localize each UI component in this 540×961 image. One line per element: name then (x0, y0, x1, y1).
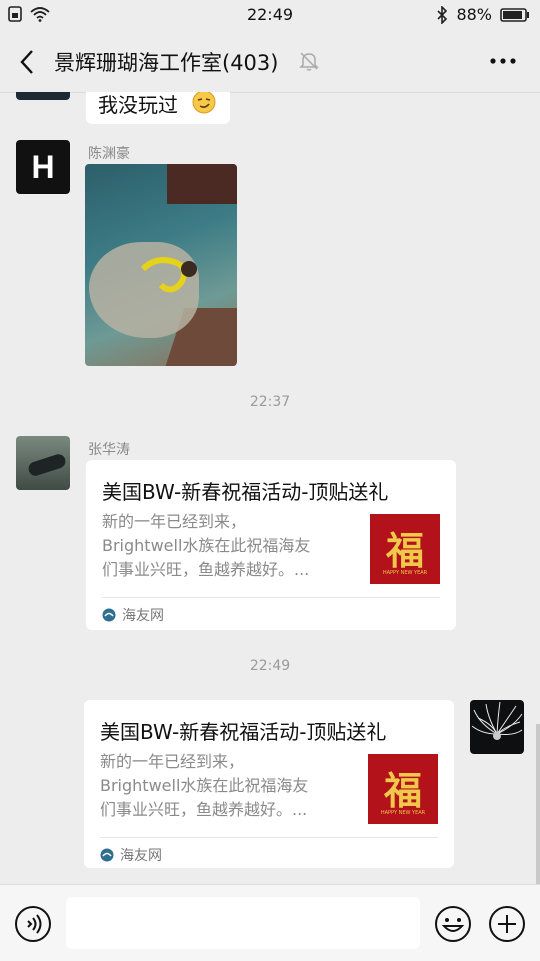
thumb-caption: HAPPY NEW YEAR (380, 810, 426, 816)
emoji-icon[interactable] (434, 905, 472, 943)
status-right: 88% (436, 5, 530, 24)
smirk-emoji-icon (192, 92, 216, 114)
card-description: 新的一年已经到来， Brightwell水族在此祝福海友 们事业兴旺，鱼越养越好… (100, 752, 309, 819)
chat-title: 景辉珊瑚海工作室(403) (54, 51, 279, 75)
card-thumbnail: 福 HAPPY NEW YEAR (370, 514, 440, 584)
source-logo-icon (102, 608, 116, 622)
battery-percent: 88% (456, 5, 492, 24)
battery-icon (500, 7, 529, 22)
avatar[interactable]: H (16, 140, 70, 194)
avatar[interactable] (470, 700, 524, 754)
bluetooth-icon (437, 5, 448, 24)
avatar[interactable] (16, 92, 70, 100)
card-title: 美国BW-新春祝福活动-顶贴送礼 (102, 480, 389, 504)
card-source-name: 海友网 (120, 848, 162, 864)
mute-bell-icon (299, 52, 319, 71)
fu-character: 福 (385, 528, 424, 573)
diver-shape (140, 257, 197, 293)
sender-name: 陈渊豪 (88, 146, 130, 162)
chat-header: 景辉珊瑚海工作室(403) (0, 30, 540, 93)
source-logo-icon (100, 848, 114, 862)
card-divider (102, 597, 440, 598)
message-text: 我没玩过 (98, 93, 178, 117)
card-source: 海友网 (102, 605, 164, 625)
card-description: 新的一年已经到来， Brightwell水族在此祝福海友 们事业兴旺，鱼越养越好… (102, 512, 311, 579)
anemone-image (471, 701, 523, 740)
avatar-letter: H (31, 149, 55, 185)
chat-messages[interactable]: 我没玩过 H 陈渊豪 22:37 张华涛 美国BW-新春祝福活动-顶贴送礼 新的… (0, 92, 540, 884)
message-image[interactable] (85, 164, 237, 366)
link-card[interactable]: 美国BW-新春祝福活动-顶贴送礼 新的一年已经到来， Brightwell水族在… (86, 460, 456, 630)
more-options-icon[interactable] (488, 50, 518, 72)
card-thumbnail: 福 HAPPY NEW YEAR (368, 754, 438, 824)
sender-name: 张华涛 (88, 442, 130, 458)
message-bubble-text[interactable]: 我没玩过 (86, 92, 230, 124)
plus-icon[interactable] (488, 905, 526, 943)
card-divider (100, 837, 438, 838)
thumb-caption: HAPPY NEW YEAR (382, 570, 428, 576)
status-bar: 22:49 88% (0, 0, 540, 30)
fu-character: 福 (383, 768, 422, 813)
voice-input-icon[interactable] (14, 905, 52, 943)
avatar[interactable] (16, 436, 70, 490)
link-card[interactable]: 美国BW-新春祝福活动-顶贴送礼 新的一年已经到来， Brightwell水族在… (84, 700, 454, 868)
timestamp: 22:49 (249, 658, 291, 674)
scrollbar[interactable] (536, 724, 540, 884)
input-bar (0, 884, 540, 961)
card-source: 海友网 (100, 845, 162, 865)
message-input[interactable] (66, 897, 420, 949)
card-title: 美国BW-新春祝福活动-顶贴送礼 (100, 720, 387, 744)
timestamp: 22:37 (249, 394, 291, 410)
card-source-name: 海友网 (122, 608, 164, 624)
back-arrow-icon[interactable] (14, 48, 42, 76)
